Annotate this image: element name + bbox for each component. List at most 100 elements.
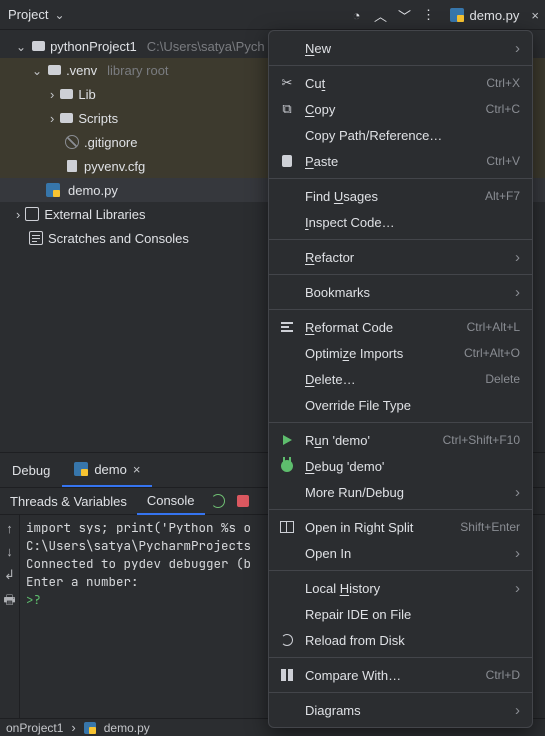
menu-separator — [269, 65, 532, 66]
tree-label: Lib — [78, 87, 95, 102]
tree-hint: library root — [107, 63, 168, 78]
menu-label: Compare With… — [305, 668, 476, 683]
menu-separator — [269, 422, 532, 423]
chevron-right-icon[interactable] — [50, 87, 54, 102]
tree-path: C:\Users\satya\Pych — [147, 39, 265, 54]
shortcut: Ctrl+Alt+L — [467, 320, 520, 334]
stop-button[interactable] — [231, 487, 255, 515]
menu-item-paste[interactable]: Paste Ctrl+V — [269, 148, 532, 174]
down-icon[interactable]: ﹀ — [396, 6, 414, 25]
shortcut: Ctrl+D — [486, 668, 520, 682]
tree-label: pythonProject1 — [50, 39, 137, 54]
libraries-icon — [24, 206, 40, 222]
menu-item-bookmarks[interactable]: Bookmarks — [269, 279, 532, 305]
soft-wrap-icon[interactable]: ↲ — [4, 567, 15, 583]
console-line: C:\Users\satya\PycharmProjects — [26, 537, 251, 554]
menu-item-delete[interactable]: Delete… Delete — [269, 366, 532, 392]
menu-item-repair-ide[interactable]: Repair IDE on File — [269, 601, 532, 627]
menu-item-local-history[interactable]: Local History — [269, 575, 532, 601]
menu-label: Delete… — [305, 372, 475, 387]
console-line: import sys; print('Python %s o — [26, 519, 251, 536]
breadcrumb-segment[interactable]: demo.py — [104, 721, 150, 735]
shortcut: Alt+F7 — [485, 189, 520, 203]
more-icon[interactable]: ⋮ — [420, 7, 438, 23]
menu-separator — [269, 274, 532, 275]
gitignore-icon — [64, 134, 80, 150]
menu-item-override-file-type[interactable]: Override File Type — [269, 392, 532, 418]
menu-label: Cut — [305, 76, 476, 91]
menu-item-inspect-code[interactable]: Inspect Code… — [269, 209, 532, 235]
menu-label: Reload from Disk — [305, 633, 520, 648]
editor-tab-label: demo.py — [470, 8, 520, 23]
menu-item-reformat[interactable]: Reformat Code Ctrl+Alt+L — [269, 314, 532, 340]
editor-tab-demo[interactable]: demo.py — [444, 8, 526, 23]
diff-icon — [279, 669, 295, 681]
menu-label: Refactor — [305, 250, 505, 265]
menu-item-compare-with[interactable]: Compare With… Ctrl+D — [269, 662, 532, 688]
submenu-icon — [515, 580, 520, 597]
menu-item-copy-path[interactable]: Copy Path/Reference… — [269, 122, 532, 148]
shortcut: Ctrl+C — [486, 102, 520, 116]
debug-tool-tab[interactable]: Debug — [0, 453, 62, 487]
menu-item-open-right-split[interactable]: Open in Right Split Shift+Enter — [269, 514, 532, 540]
debug-tool-label: Debug — [12, 463, 50, 478]
tab-label: Threads & Variables — [10, 494, 127, 509]
scroll-down-icon[interactable]: ↓ — [6, 544, 13, 559]
chevron-right-icon[interactable] — [16, 207, 20, 222]
menu-item-run[interactable]: Run 'demo' Ctrl+Shift+F10 — [269, 427, 532, 453]
chevron-right-icon — [71, 720, 75, 735]
folder-icon — [30, 38, 46, 54]
menu-separator — [269, 309, 532, 310]
debug-run-tab[interactable]: demo × — [62, 453, 152, 487]
menu-label: More Run/Debug — [305, 485, 505, 500]
menu-separator — [269, 239, 532, 240]
menu-separator — [269, 509, 532, 510]
menu-item-diagrams[interactable]: Diagrams — [269, 697, 532, 723]
tab-console[interactable]: Console — [137, 487, 205, 515]
menu-label: Bookmarks — [305, 285, 505, 300]
close-icon[interactable]: × — [133, 462, 141, 477]
menu-item-debug[interactable]: Debug 'demo' — [269, 453, 532, 479]
scroll-up-icon[interactable]: ↑ — [6, 521, 13, 536]
menu-label: Run 'demo' — [305, 433, 433, 448]
menu-item-reload-from-disk[interactable]: Reload from Disk — [269, 627, 532, 653]
tree-label: demo.py — [68, 183, 118, 198]
up-icon[interactable]: ︿ — [372, 6, 390, 25]
tree-label: .venv — [66, 63, 97, 78]
tab-threads-variables[interactable]: Threads & Variables — [0, 487, 137, 515]
menu-separator — [269, 570, 532, 571]
close-icon[interactable]: × — [531, 8, 539, 23]
submenu-icon — [515, 484, 520, 501]
history-icon[interactable]: ◔ — [348, 8, 366, 23]
reload-button[interactable] — [205, 487, 231, 515]
menu-item-open-in[interactable]: Open In — [269, 540, 532, 566]
shortcut: Ctrl+Shift+F10 — [443, 433, 520, 447]
menu-separator — [269, 692, 532, 693]
diagram-icon — [279, 705, 295, 715]
print-icon[interactable]: 🖶 — [3, 591, 15, 613]
tree-label: Scratches and Consoles — [48, 231, 189, 246]
run-icon — [279, 435, 295, 445]
menu-item-new[interactable]: New — [269, 35, 532, 61]
breadcrumb-segment[interactable]: onProject1 — [6, 721, 63, 735]
menu-label: Local History — [305, 581, 505, 596]
tab-label: Console — [147, 493, 195, 508]
submenu-icon — [515, 40, 520, 57]
python-file-icon — [84, 722, 96, 734]
menu-item-more-run-debug[interactable]: More Run/Debug — [269, 479, 532, 505]
text-file-icon — [64, 158, 80, 174]
bug-icon — [279, 460, 295, 472]
menu-item-cut[interactable]: ✂ Cut Ctrl+X — [269, 70, 532, 96]
chevron-down-icon[interactable] — [32, 63, 42, 78]
menu-item-copy[interactable]: ⧉ Copy Ctrl+C — [269, 96, 532, 122]
shortcut: Ctrl+V — [486, 154, 520, 168]
chevron-right-icon[interactable] — [50, 111, 54, 126]
menu-item-find-usages[interactable]: Find Usages Alt+F7 — [269, 183, 532, 209]
menu-item-refactor[interactable]: Refactor — [269, 244, 532, 270]
reload-icon — [279, 634, 295, 646]
scratches-icon — [28, 230, 44, 246]
menu-item-optimize-imports[interactable]: Optimize Imports Ctrl+Alt+O — [269, 340, 532, 366]
chevron-down-icon[interactable] — [16, 39, 26, 54]
menu-label: ew — [314, 41, 331, 56]
debug-run-label: demo — [94, 462, 127, 477]
